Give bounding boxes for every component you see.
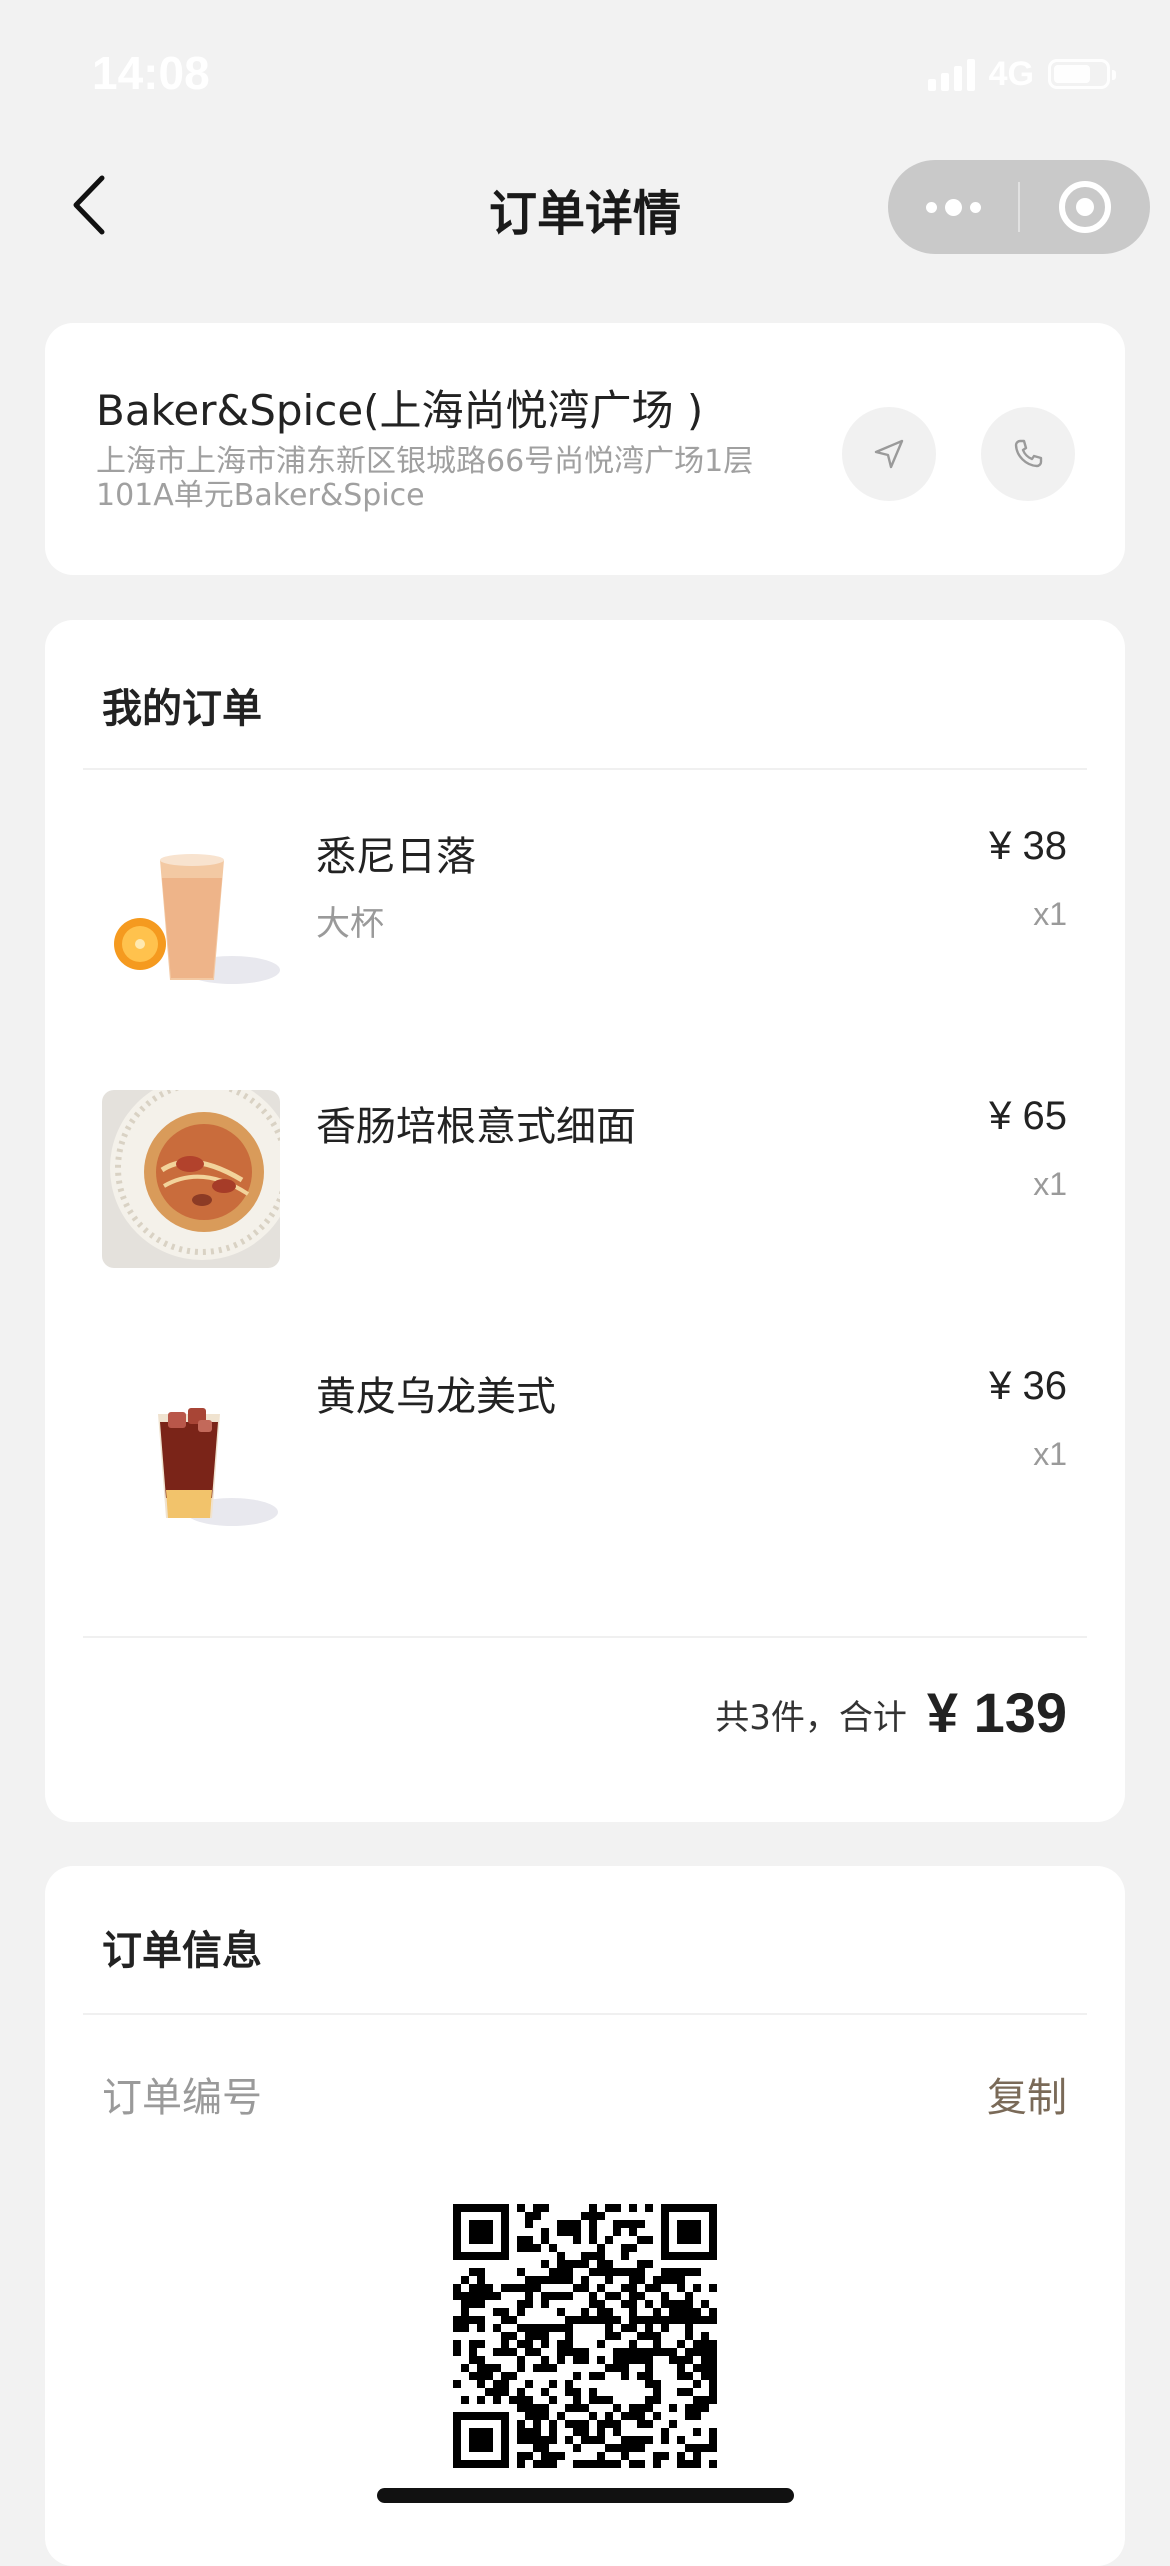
item-spec: 大杯 (316, 904, 384, 944)
copy-button[interactable]: 复制 (987, 2065, 1067, 2123)
status-time: 14:08 (92, 47, 210, 99)
network-type: 4G (988, 54, 1034, 93)
divider (83, 1636, 1087, 1638)
store-name: Baker&Spice(上海尚悦湾广场 ) (96, 386, 704, 435)
item-price: ¥ 38 (989, 824, 1067, 868)
item-image-iced-coffee (102, 1360, 280, 1538)
item-price: ¥ 65 (989, 1094, 1067, 1138)
item-quantity: x1 (1033, 1436, 1067, 1472)
store-card: Baker&Spice(上海尚悦湾广场 ) 上海市上海市浦东新区银城路66号尚悦… (45, 323, 1125, 575)
item-image-spaghetti (102, 1090, 280, 1268)
close-mini-program-button[interactable] (1020, 160, 1150, 254)
order-total: 共3件，合计 ¥ 139 (715, 1679, 1067, 1745)
qr-code (453, 2204, 717, 2468)
more-button[interactable] (888, 160, 1018, 254)
call-button[interactable] (981, 407, 1075, 501)
total-label: 共3件，合计 (715, 1698, 907, 1738)
item-quantity: x1 (1033, 1166, 1067, 1202)
order-info-card: 订单信息 订单编号 复制 (45, 1866, 1125, 2566)
nav-bar: 订单详情 (0, 150, 1170, 260)
item-quantity: x1 (1033, 896, 1067, 932)
divider (83, 768, 1087, 770)
item-name: 黄皮乌龙美式 (316, 1374, 556, 1420)
item-name: 悉尼日落 (316, 834, 476, 880)
signal-icon (927, 57, 975, 91)
mini-program-capsule (888, 160, 1150, 254)
order-number-label: 订单编号 (102, 2075, 262, 2121)
item-name: 香肠培根意式细面 (316, 1104, 636, 1150)
order-item[interactable]: 香肠培根意式细面 ¥ 65 x1 (45, 1090, 1125, 1290)
target-circle-icon (1059, 181, 1111, 233)
home-indicator (377, 2488, 794, 2503)
battery-icon (1048, 59, 1116, 89)
item-image-orange-smoothie (102, 820, 280, 998)
order-item[interactable]: 悉尼日落 大杯 ¥ 38 x1 (45, 820, 1125, 1020)
order-section-title: 我的订单 (102, 686, 262, 732)
item-price: ¥ 36 (989, 1364, 1067, 1408)
status-indicators: 4G (927, 52, 1116, 96)
navigate-button[interactable] (842, 407, 936, 501)
more-dots-icon (925, 201, 937, 213)
phone-icon (1014, 439, 1043, 468)
store-address: 上海市上海市浦东新区银城路66号尚悦湾广场1层101A单元Baker&Spice (96, 444, 754, 513)
divider (83, 2013, 1087, 2015)
order-card: 我的订单 悉尼日落 大杯 ¥ 38 x1 香肠培根意式细面 ¥ 65 x1 黄皮… (45, 620, 1125, 1822)
info-section-title: 订单信息 (102, 1928, 262, 1974)
order-item[interactable]: 黄皮乌龙美式 ¥ 36 x1 (45, 1360, 1125, 1560)
total-amount: ¥ 139 (926, 1681, 1067, 1744)
status-bar: 14:08 4G (0, 0, 1170, 150)
navigate-arrow-icon (874, 439, 904, 469)
